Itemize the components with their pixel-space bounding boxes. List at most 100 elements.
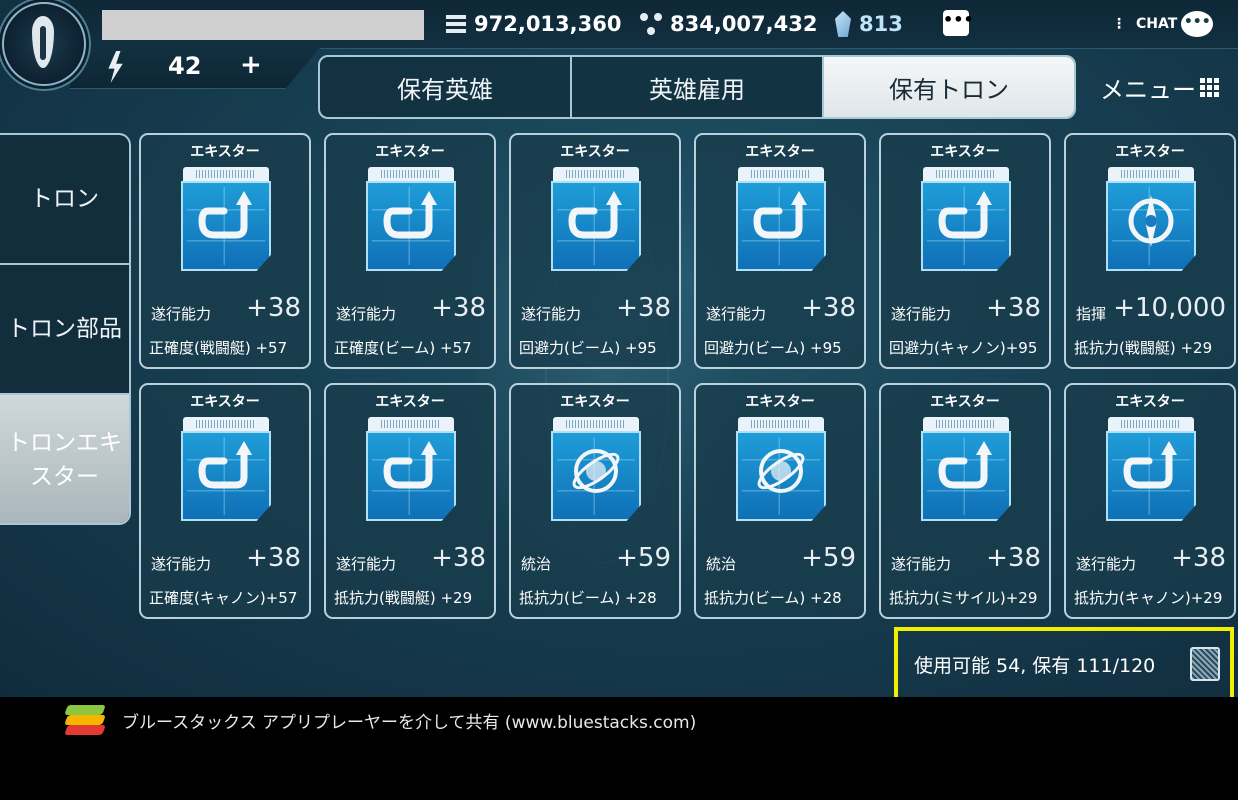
primary-stat-label: 遂行能力 (891, 305, 952, 323)
secondary-stat: 抵抗力(戦闘艇) +29 (1074, 339, 1213, 357)
exstar-card[interactable]: エキスター統治 +59 抵抗力(ビーム) +28 (694, 383, 866, 619)
menu-button[interactable]: メニュー (1100, 70, 1219, 105)
exstar-card[interactable]: エキスター 遂行能力 +38 正確度(ビーム) +57 (324, 133, 496, 369)
primary-stat-value: +38 (246, 293, 301, 323)
planet-chip-icon (551, 417, 641, 525)
top-bar: 972,013,360 834,007,432 813 ••• ⋮ CHAT •… (0, 0, 1238, 49)
kebab-icon: ⋮ (1112, 16, 1126, 32)
primary-stat-label: 統治 (521, 555, 552, 573)
credits-icon (446, 15, 466, 33)
materials-value: 834,007,432 (670, 12, 818, 36)
credits-value: 972,013,360 (474, 12, 622, 36)
primary-stat-label: 遂行能力 (521, 305, 582, 323)
exstar-card[interactable]: エキスター 遂行能力 +38 回避力(キャノン)+95 (879, 133, 1051, 369)
card-title: エキスター (745, 394, 815, 410)
secondary-stat: 抵抗力(ビーム) +28 (704, 589, 842, 607)
side-item-tron[interactable]: トロン (0, 135, 129, 265)
arrow-chip-icon (366, 167, 456, 275)
card-title: エキスター (1115, 144, 1185, 160)
arrow-chip-icon (181, 167, 271, 275)
exstar-card[interactable]: エキスター 遂行能力 +38 抵抗力(ミサイル)+29 (879, 383, 1051, 619)
arrow-chip-icon (921, 417, 1011, 525)
primary-stat-label: 遂行能力 (1076, 555, 1137, 573)
arrow-chip-icon (921, 167, 1011, 275)
card-title: エキスター (930, 394, 1000, 410)
side-nav: トロン トロン部品 トロンエキ スター (0, 133, 131, 525)
materials-icon (640, 13, 662, 35)
primary-stat-label: 遂行能力 (336, 305, 397, 323)
materials-display: 834,007,432 (640, 8, 817, 40)
side-item-tron-exstar[interactable]: トロンエキ スター (0, 395, 129, 523)
inventory-icon[interactable] (1190, 647, 1220, 681)
chat-button[interactable]: ⋮ CHAT ••• (1112, 6, 1214, 42)
exstar-card[interactable]: エキスター 遂行能力 +38 正確度(キャノン)+57 (139, 383, 311, 619)
menu-label: メニュー (1100, 76, 1196, 104)
credits-display: 972,013,360 (446, 8, 621, 40)
add-energy-button[interactable]: + (240, 50, 262, 80)
primary-stat-value: +38 (1171, 543, 1226, 573)
exstar-card[interactable]: エキスター統治 +59 抵抗力(ビーム) +28 (509, 383, 681, 619)
primary-stat-value: +10,000 (1113, 293, 1226, 323)
secondary-stat: 抵抗力(ミサイル)+29 (889, 589, 1038, 607)
primary-stat-label: 遂行能力 (336, 555, 397, 573)
exstar-card[interactable]: エキスター 遂行能力 +38 回避力(ビーム) +95 (694, 133, 866, 369)
bluestacks-logo (64, 705, 106, 735)
chat-label: CHAT (1136, 16, 1178, 32)
arrow-chip-icon (366, 417, 456, 525)
secondary-stat: 抵抗力(ビーム) +28 (519, 589, 657, 607)
card-title: エキスター (375, 394, 445, 410)
main-tabs: 保有英雄 英雄雇用 保有トロン (318, 55, 1076, 119)
exstar-card[interactable]: エキスター遂行能力 +38 正確度(戦闘艇) +57 (139, 133, 311, 369)
secondary-stat: 回避力(キャノン)+95 (889, 339, 1038, 357)
card-title: エキスター (190, 144, 260, 160)
arrow-chip-icon (551, 167, 641, 275)
primary-stat-label: 指揮 (1076, 305, 1107, 323)
tab-owned-tron[interactable]: 保有トロン (824, 57, 1074, 117)
primary-stat-label: 遂行能力 (151, 555, 212, 573)
chat-bubble-icon: ••• (1181, 11, 1214, 37)
primary-stat-label: 統治 (706, 555, 737, 573)
secondary-stat: 正確度(戦闘艇) +57 (149, 339, 288, 357)
game-logo[interactable] (2, 2, 86, 86)
primary-stat-value: +38 (616, 293, 671, 323)
energy-value: 42 (168, 52, 202, 80)
secondary-stat: 回避力(ビーム) +95 (704, 339, 842, 357)
primary-stat-value: +59 (801, 543, 856, 573)
game-screen: 972,013,360 834,007,432 813 ••• ⋮ CHAT •… (0, 0, 1238, 697)
exstar-card[interactable]: エキスター遂行能力 +38 回避力(ビーム) +95 (509, 133, 681, 369)
primary-stat-value: +38 (431, 543, 486, 573)
arrow-chip-icon (1106, 417, 1196, 525)
primary-stat-value: +38 (986, 543, 1041, 573)
primary-stat-value: +59 (616, 543, 671, 573)
crystals-value: 813 (859, 12, 903, 36)
secondary-stat: 抵抗力(戦闘艇) +29 (334, 589, 473, 607)
primary-stat-value: +38 (801, 293, 856, 323)
command-chip-icon (1106, 167, 1196, 275)
secondary-stat: 回避力(ビーム) +95 (519, 339, 657, 357)
card-title: エキスター (560, 144, 630, 160)
side-item-tron-parts[interactable]: トロン部品 (0, 265, 129, 395)
crystal-icon (835, 11, 851, 37)
card-title: エキスター (1115, 394, 1185, 410)
crystals-display: 813 (835, 8, 903, 40)
exstar-card[interactable]: エキスター指揮 +10,000 抵抗力(戦闘艇) +29 (1064, 133, 1236, 369)
secondary-stat: 抵抗力(キャノン)+29 (1074, 589, 1223, 607)
primary-stat-label: 遂行能力 (151, 305, 212, 323)
bluestacks-caption: ブルースタックス アプリプレーヤーを介して共有 (www.bluestacks.… (122, 713, 697, 733)
more-button[interactable]: ••• (943, 10, 974, 36)
primary-stat-value: +38 (986, 293, 1041, 323)
exstar-card[interactable]: エキスター遂行能力 +38 抵抗力(キャノン)+29 (1064, 383, 1236, 619)
card-title: エキスター (560, 394, 630, 410)
grid-icon (1200, 78, 1219, 97)
tab-hire-heroes[interactable]: 英雄雇用 (572, 57, 824, 117)
arrow-chip-icon (736, 167, 826, 275)
secondary-stat: 正確度(ビーム) +57 (334, 339, 472, 357)
primary-stat-value: +38 (246, 543, 301, 573)
capacity-panel: 使用可能 54, 保有 111/120 (894, 627, 1234, 697)
secondary-stat: 正確度(キャノン)+57 (149, 589, 298, 607)
exstar-card[interactable]: エキスター遂行能力 +38 抵抗力(戦闘艇) +29 (324, 383, 496, 619)
capacity-text: 使用可能 54, 保有 111/120 (914, 655, 1156, 677)
redacted-player-name (102, 10, 424, 40)
card-title: エキスター (375, 144, 445, 160)
tab-owned-heroes[interactable]: 保有英雄 (320, 57, 572, 117)
